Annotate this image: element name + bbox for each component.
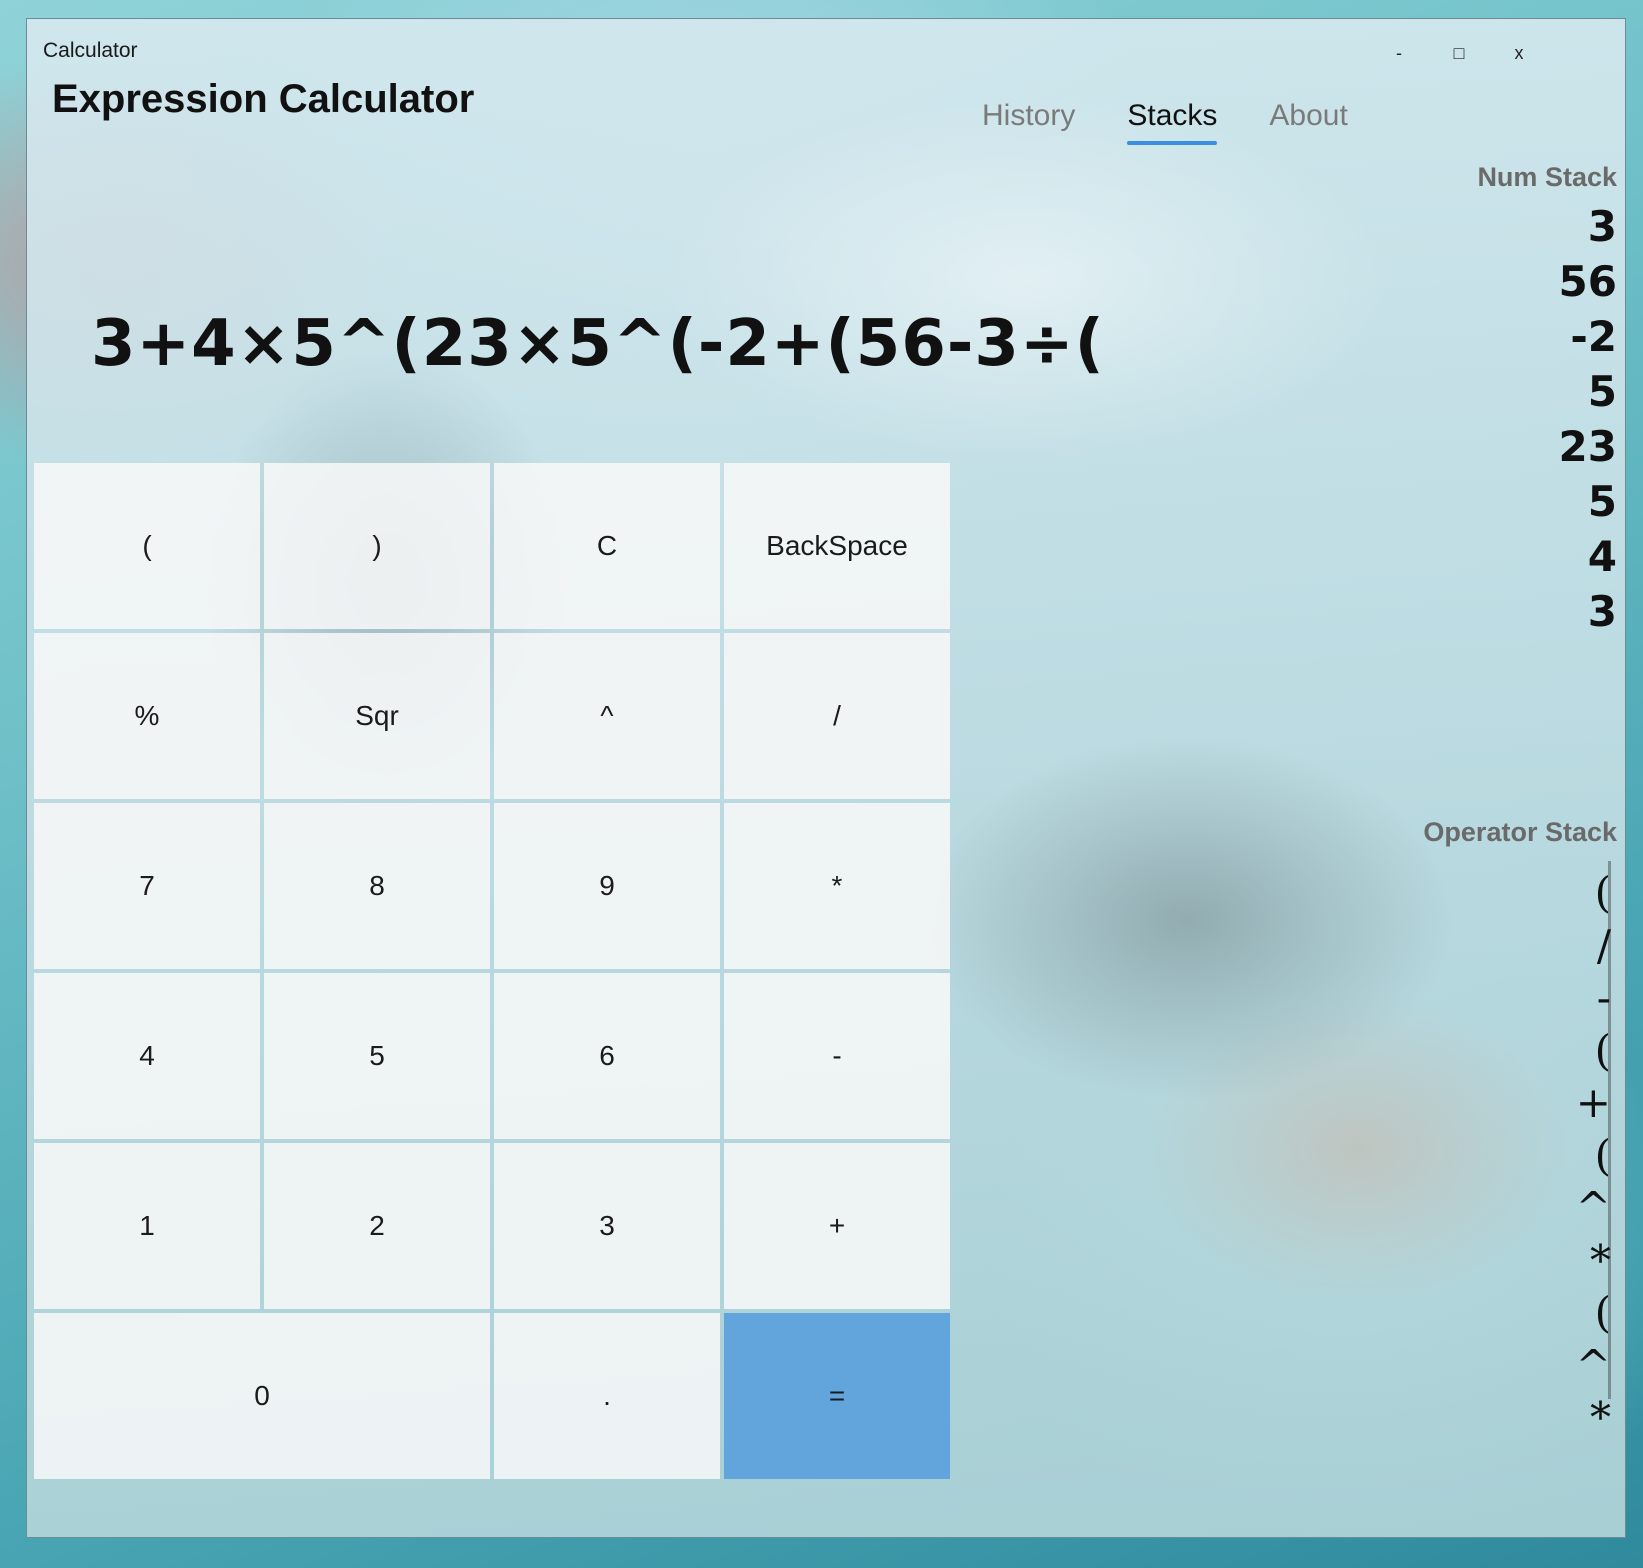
operator-stack-item: / [1596, 920, 1611, 970]
num-stack-item: 3 [1587, 587, 1617, 636]
equals-button[interactable]: = [724, 1313, 950, 1479]
num-stack-item: 5 [1587, 367, 1617, 416]
digit-3-button[interactable]: 3 [494, 1143, 720, 1309]
operator-stack-item: ( [1594, 1288, 1611, 1337]
divide-button[interactable]: / [724, 633, 950, 799]
digit-7-button[interactable]: 7 [34, 803, 260, 969]
operator-stack-item: ^ [1575, 1183, 1611, 1232]
operator-stack-item: * [1590, 1393, 1611, 1442]
operator-stack-title: Operator Stack [1423, 817, 1617, 847]
digit-0-button[interactable]: 0 [34, 1313, 490, 1479]
num-stack-item: 4 [1587, 532, 1617, 581]
plus-button[interactable]: + [724, 1143, 950, 1309]
operator-stack-item: + [1575, 1078, 1611, 1127]
clear-button[interactable]: C [494, 463, 720, 629]
num-stack-title: Num Stack [1477, 162, 1617, 192]
backspace-button[interactable]: BackSpace [724, 463, 950, 629]
operator-stack-item: ( [1594, 868, 1611, 917]
minus-button[interactable]: - [724, 973, 950, 1139]
decimal-point-button[interactable]: . [494, 1313, 720, 1479]
num-stack-item: 5 [1587, 477, 1617, 526]
open-paren-button[interactable]: ( [34, 463, 260, 629]
minimize-button[interactable]: - [1379, 39, 1419, 67]
digit-6-button[interactable]: 6 [494, 973, 720, 1139]
maximize-button[interactable]: □ [1439, 39, 1479, 67]
tab-stacks[interactable]: Stacks [1127, 99, 1218, 145]
tab-bar: History Stacks About [982, 99, 1400, 145]
digit-9-button[interactable]: 9 [494, 803, 720, 969]
operator-stack-item: ^ [1575, 1340, 1611, 1390]
calculator-window: Calculator - □ x Expression Calculator H… [26, 18, 1626, 1538]
close-paren-button[interactable]: ) [264, 463, 490, 629]
power-button[interactable]: ^ [494, 633, 720, 799]
num-stack-item: 23 [1558, 422, 1617, 471]
sqr-button[interactable]: Sqr [264, 633, 490, 799]
percent-button[interactable]: % [34, 633, 260, 799]
operator-stack-item: - [1596, 973, 1611, 1022]
num-stack-list: 3 56 -2 5 23 5 4 3 [1559, 199, 1617, 639]
multiply-button[interactable]: * [724, 803, 950, 969]
operator-stack-item: * [1590, 1235, 1611, 1285]
tab-history[interactable]: History [982, 99, 1075, 139]
num-stack-item: 3 [1587, 202, 1617, 251]
num-stack-item: -2 [1570, 312, 1617, 361]
expression-display: 3+4×5^(23×5^(-2+(56-3÷( [91, 307, 1105, 381]
tab-about[interactable]: About [1269, 99, 1347, 139]
num-stack-item: 56 [1558, 257, 1617, 306]
window-title: Calculator [43, 39, 138, 62]
digit-1-button[interactable]: 1 [34, 1143, 260, 1309]
digit-8-button[interactable]: 8 [264, 803, 490, 969]
digit-5-button[interactable]: 5 [264, 973, 490, 1139]
operator-stack-item: ( [1594, 1025, 1611, 1075]
operator-stack-item: ( [1594, 1130, 1611, 1180]
keypad: ( ) C BackSpace % Sqr ^ / 7 8 9 * 4 5 6 … [34, 463, 952, 1483]
digit-4-button[interactable]: 4 [34, 973, 260, 1139]
app-title: Expression Calculator [52, 77, 475, 121]
close-button[interactable]: x [1499, 39, 1539, 67]
operator-stack-list: ( / - ( + ( ^ * ( ^ * [1576, 867, 1617, 1445]
digit-2-button[interactable]: 2 [264, 1143, 490, 1309]
